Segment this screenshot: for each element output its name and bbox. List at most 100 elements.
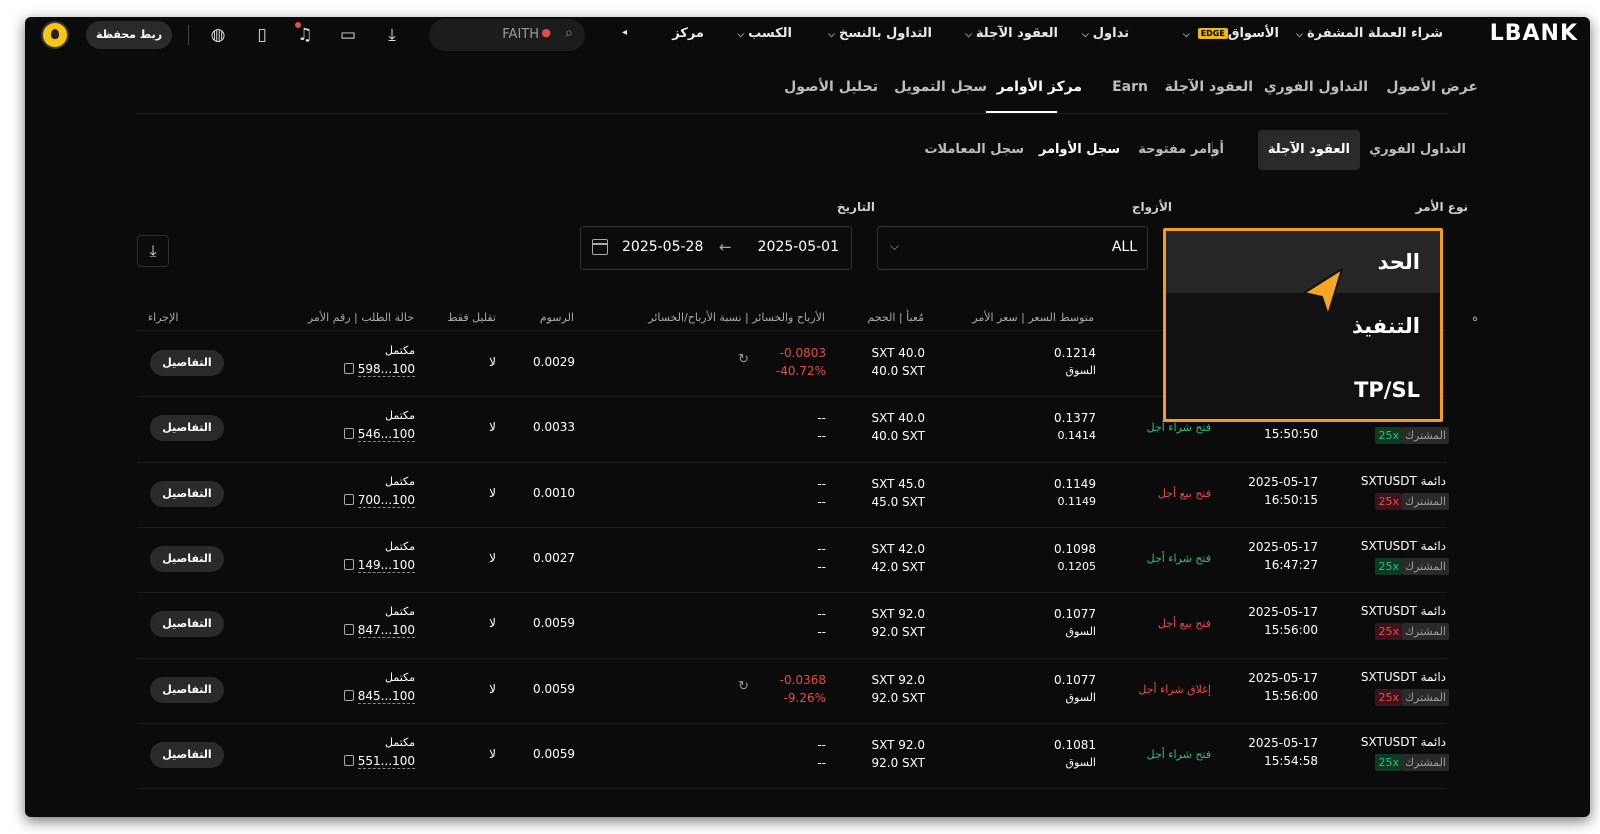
order-id-text: 845...100 bbox=[357, 688, 415, 704]
fee: 0.0010 bbox=[533, 485, 575, 500]
chevron-down-icon: ⌵ bbox=[965, 30, 972, 40]
pnl-value: -- bbox=[817, 607, 826, 622]
avg-price: 0.1214 bbox=[1054, 346, 1096, 360]
order-type-dropdown[interactable]: الحد التنفيذ TP/SL bbox=[1163, 228, 1443, 422]
details-button[interactable]: التفاصيل bbox=[150, 676, 224, 703]
tab-order-history[interactable]: سجل الأوامر bbox=[1039, 130, 1120, 170]
details-button[interactable]: التفاصيل bbox=[150, 415, 224, 442]
option-tp-sl[interactable]: TP/SL bbox=[1166, 359, 1440, 421]
order-id[interactable]: 598...100 bbox=[343, 362, 415, 377]
tab-spot[interactable]: التداول الفوري bbox=[1264, 79, 1368, 95]
fee: 0.0033 bbox=[533, 420, 575, 435]
export-download-button[interactable]: ⤓ bbox=[137, 235, 169, 267]
order-price: 0.1205 bbox=[1057, 559, 1097, 573]
margin-mode-badge: المشترك bbox=[1401, 688, 1449, 706]
leverage: 25x bbox=[1375, 557, 1402, 575]
date-range-picker[interactable]: 2025-05-01 ← 2025-05-28 bbox=[580, 226, 852, 270]
copy-icon[interactable] bbox=[343, 363, 354, 374]
nav-more-arrow[interactable]: ◂ bbox=[622, 27, 627, 38]
edge-badge: EDGE bbox=[1197, 28, 1228, 39]
details-button[interactable]: التفاصيل bbox=[150, 480, 224, 507]
nav-markets[interactable]: ⌵ EDGE الأسواق bbox=[1183, 26, 1279, 41]
tab-trade-history[interactable]: سجل المعاملات bbox=[924, 130, 1024, 170]
order-id[interactable]: 700...100 bbox=[343, 492, 415, 508]
pairs-select[interactable]: ALL ⌵ bbox=[877, 226, 1148, 270]
reduce-only: لا bbox=[489, 681, 496, 696]
tab-order-center[interactable]: مركز الأوامر bbox=[997, 79, 1082, 95]
margin-mode: المشترك bbox=[1401, 427, 1449, 445]
order-id[interactable]: 546...100 bbox=[343, 427, 415, 443]
search-term: FAITH bbox=[502, 27, 539, 42]
details-button[interactable]: التفاصيل bbox=[150, 611, 224, 638]
nav-trade[interactable]: ⌵ تداول bbox=[1082, 26, 1129, 41]
symbol[interactable]: SXTUSDT دائمة bbox=[1361, 539, 1446, 553]
avatar[interactable] bbox=[41, 21, 69, 49]
download-app-icon[interactable]: ⤓ bbox=[379, 22, 405, 48]
search-input[interactable]: ⌕ ● FAITH bbox=[429, 19, 585, 51]
copy-icon[interactable] bbox=[343, 428, 354, 440]
leverage-badge: 25x bbox=[1375, 557, 1402, 575]
symbol[interactable]: SXTUSDT دائمة bbox=[1361, 604, 1446, 618]
reduce-only: لا bbox=[489, 550, 496, 565]
details-button[interactable]: التفاصيل bbox=[150, 545, 224, 572]
nav-earn[interactable]: ⌵ الكسب bbox=[737, 26, 792, 41]
order-id-text: 546...100 bbox=[357, 427, 415, 443]
row-divider bbox=[137, 788, 1447, 790]
pnl-percent: -- bbox=[817, 755, 826, 770]
copy-icon[interactable] bbox=[343, 624, 354, 636]
copy-icon[interactable] bbox=[343, 558, 354, 570]
margin-mode-badge: المشترك bbox=[1401, 492, 1449, 510]
details-button[interactable]: التفاصيل bbox=[150, 350, 224, 376]
copy-icon[interactable] bbox=[343, 689, 354, 701]
chevron-down-icon: ⌵ bbox=[890, 239, 900, 253]
nav-divider bbox=[188, 25, 189, 45]
fee: 0.0059 bbox=[533, 746, 575, 761]
wallet-icon[interactable]: ▭ bbox=[335, 22, 361, 48]
order-direction: فتح شراء أجل bbox=[1146, 747, 1211, 761]
globe-icon[interactable]: ◍ bbox=[205, 22, 231, 48]
tab-funding-history[interactable]: سجل التمويل bbox=[894, 79, 987, 95]
date-to: 2025-05-28 bbox=[622, 239, 704, 255]
filled-amount: SXT 45.0 bbox=[871, 476, 926, 491]
details-button[interactable]: التفاصيل bbox=[150, 741, 224, 768]
order-id[interactable]: 149...100 bbox=[343, 557, 415, 573]
share-pnl-icon[interactable]: ↻ bbox=[738, 679, 749, 694]
leverage: 25x bbox=[1375, 688, 1402, 706]
table-row: SXTUSDT دائمة المشترك 25x 2025-05-17 15:56:0… bbox=[137, 592, 1449, 657]
copy-icon[interactable] bbox=[343, 754, 354, 766]
nav-buy-crypto[interactable]: ⌵ شراء العملة المشفرة bbox=[1296, 26, 1443, 41]
margin-mode-badge: المشترك bbox=[1401, 557, 1449, 575]
nav-futures[interactable]: ⌵ العقود الآجلة bbox=[965, 26, 1058, 41]
tab-market-spot[interactable]: التداول الفوري bbox=[1369, 130, 1466, 170]
order-id[interactable]: 551...100 bbox=[343, 753, 415, 769]
pnl-value: -- bbox=[817, 737, 826, 752]
nav-copy-trading[interactable]: ⌵ التداول بالنسخ bbox=[828, 26, 932, 41]
tab-asset-analysis[interactable]: تحليل الأصول bbox=[784, 79, 878, 95]
tab-earn[interactable]: Earn bbox=[1112, 79, 1148, 95]
nav-center[interactable]: مركز bbox=[672, 26, 704, 41]
margin-mode-badge: المشترك bbox=[1401, 623, 1449, 641]
margin-mode: المشترك bbox=[1401, 623, 1449, 641]
order-id[interactable]: 847...100 bbox=[343, 623, 415, 639]
pnl-percent: -40.72% bbox=[775, 364, 826, 378]
deposit-icon[interactable]: ▯ bbox=[249, 22, 275, 48]
pnl-percent: -- bbox=[817, 559, 826, 574]
tab-assets-overview[interactable]: عرض الأصول bbox=[1386, 79, 1478, 95]
lbank-logo[interactable]: LBANK bbox=[1490, 21, 1578, 46]
th-action: الإجراء bbox=[148, 311, 179, 324]
tab-futures[interactable]: العقود الآجلة bbox=[1165, 79, 1253, 95]
share-pnl-icon[interactable]: ↻ bbox=[738, 352, 749, 367]
connect-wallet-button[interactable]: ربط محفظة bbox=[86, 21, 172, 49]
symbol[interactable]: SXTUSDT دائمة bbox=[1361, 670, 1446, 684]
app-window: LBANK ⌵ شراء العملة المشفرة ⌵ EDGE الأسواق … bbox=[25, 17, 1590, 817]
symbol[interactable]: SXTUSDT دائمة bbox=[1361, 474, 1446, 488]
tab-market-futures[interactable]: العقود الآجلة bbox=[1257, 130, 1360, 170]
order-id[interactable]: 845...100 bbox=[343, 688, 415, 704]
order-status: مكتمل bbox=[385, 409, 415, 423]
tab-open-orders[interactable]: أوامر مفتوحة bbox=[1138, 130, 1224, 170]
copy-icon[interactable] bbox=[343, 493, 354, 505]
pnl-value: -0.0803 bbox=[779, 346, 826, 360]
symbol[interactable]: SXTUSDT دائمة bbox=[1361, 735, 1446, 749]
order-time: 15:50:50 bbox=[1264, 427, 1318, 442]
pnl-percent: -- bbox=[817, 625, 826, 640]
